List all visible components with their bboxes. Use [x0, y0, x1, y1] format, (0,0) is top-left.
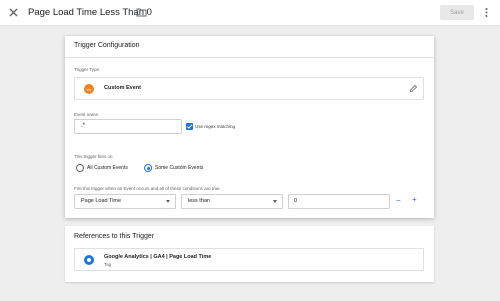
card-header: Trigger Configuration: [74, 42, 140, 49]
chevron-down-icon: [273, 200, 277, 203]
folder-icon[interactable]: [136, 7, 147, 17]
add-condition-button[interactable]: +: [412, 195, 417, 204]
remove-condition-button[interactable]: −: [396, 196, 401, 205]
event-name-input[interactable]: .*: [74, 119, 182, 134]
save-button[interactable]: Save: [440, 5, 474, 20]
close-icon[interactable]: [7, 6, 20, 19]
trigger-type-name: Custom Event: [104, 85, 141, 91]
radio-label-some[interactable]: Some Custom Events: [155, 165, 203, 171]
page-title: Page Load Time Less Than 0: [28, 7, 152, 18]
fires-on-label: This trigger fires on: [74, 154, 113, 159]
reference-kind: Tag: [104, 262, 112, 267]
trigger-type-selector[interactable]: <> Custom Event: [74, 77, 424, 100]
operator-select[interactable]: less than: [181, 194, 283, 209]
references-header: References to this Trigger: [74, 233, 155, 240]
radio-all-custom-events[interactable]: [76, 164, 84, 172]
trigger-type-label: Trigger Type: [74, 67, 100, 72]
reference-name: Google Analytics | GA4 | Page Load Time: [104, 254, 212, 260]
condition-value-input[interactable]: 0: [288, 194, 390, 209]
pencil-icon[interactable]: [409, 84, 418, 93]
condition-description: Fire this trigger when an Event occurs a…: [74, 186, 220, 191]
variable-select-value: Page Load Time: [81, 198, 122, 204]
top-bar: Page Load Time Less Than 0 Save: [0, 0, 500, 26]
checkbox-check-icon: [186, 124, 193, 129]
reference-item[interactable]: Google Analytics | GA4 | Page Load Time …: [74, 248, 424, 271]
chevron-down-icon: [166, 200, 170, 203]
event-name-label: Event name: [74, 112, 99, 117]
more-vert-icon[interactable]: [484, 6, 489, 19]
regex-label: Use regex matching: [195, 124, 236, 129]
operator-select-value: less than: [188, 198, 211, 204]
radio-label-all[interactable]: All Custom Events: [87, 165, 128, 171]
ga-tag-icon: [84, 255, 94, 265]
variable-select[interactable]: Page Load Time: [74, 194, 176, 209]
divider: [65, 57, 434, 58]
radio-some-custom-events[interactable]: [144, 164, 152, 172]
regex-checkbox[interactable]: [186, 123, 193, 130]
custom-event-icon: <>: [84, 84, 94, 94]
